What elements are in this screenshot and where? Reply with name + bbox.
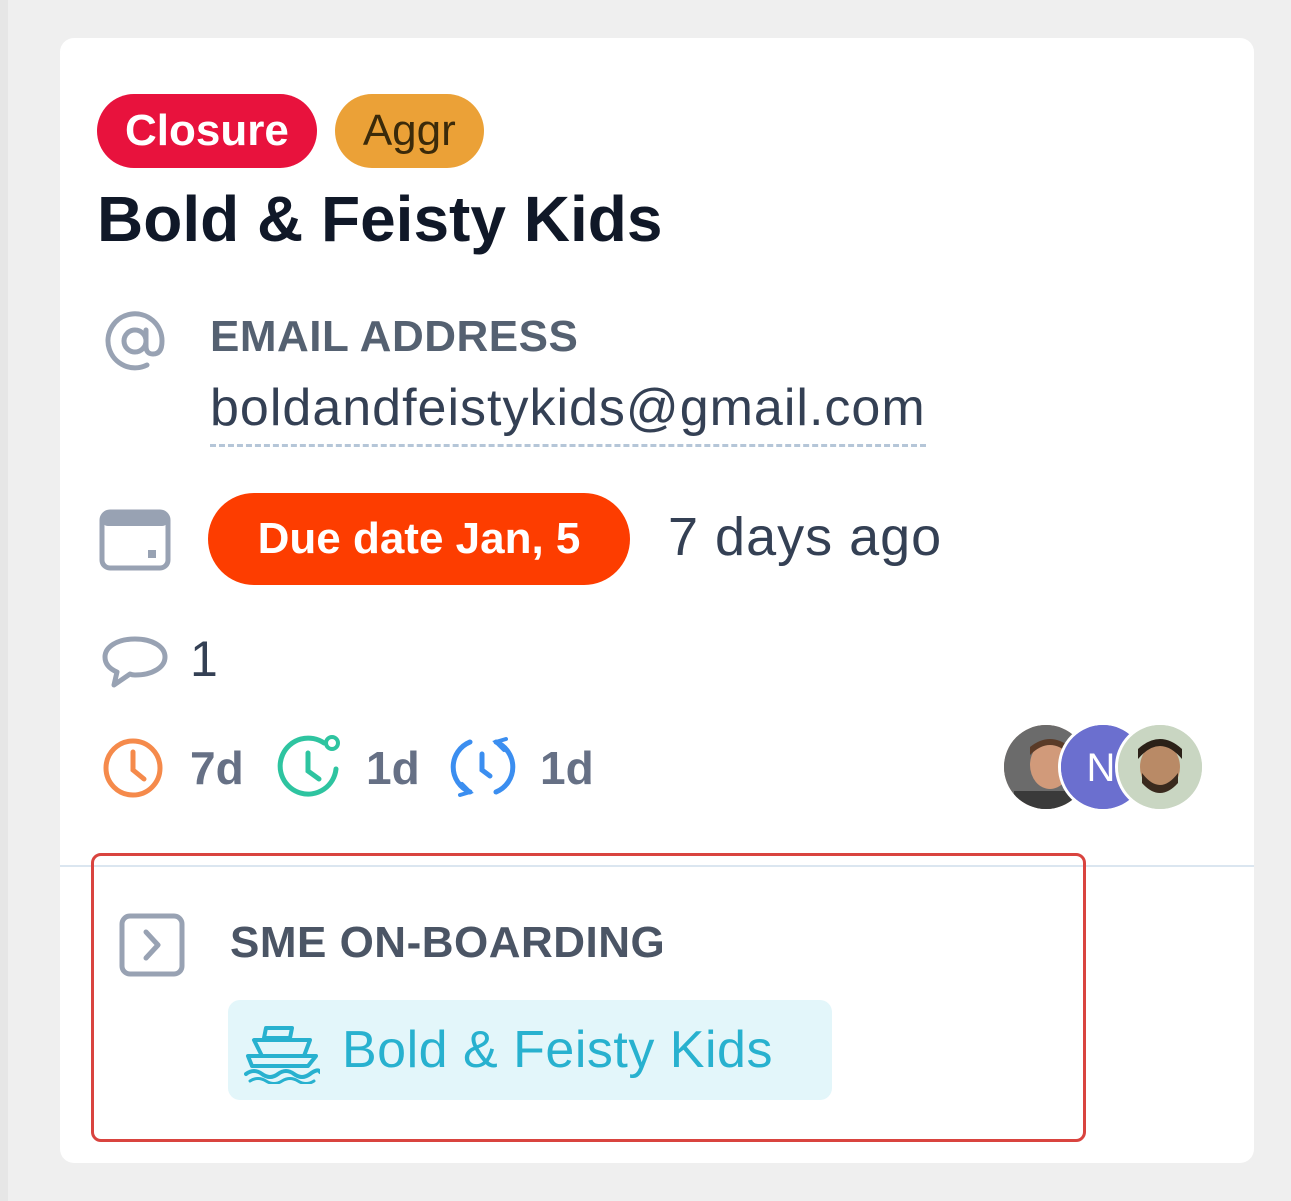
clock-check-icon bbox=[274, 731, 344, 806]
comment-count: 1 bbox=[190, 631, 218, 687]
at-sign-icon bbox=[102, 308, 168, 379]
due-relative-time: 7 days ago bbox=[668, 507, 943, 567]
metric-last-activity: 1d bbox=[540, 742, 594, 794]
clock-icon bbox=[100, 735, 166, 806]
page-edge bbox=[0, 0, 8, 1201]
due-date-badge[interactable]: Due date Jan, 5 bbox=[208, 493, 630, 585]
email-label: EMAIL ADDRESS bbox=[210, 312, 579, 361]
tag-list: Closure Aggr bbox=[97, 94, 484, 168]
tag-aggr[interactable]: Aggr bbox=[334, 94, 484, 168]
calendar-icon bbox=[98, 504, 172, 577]
card-title[interactable]: Bold & Feisty Kids bbox=[97, 182, 662, 256]
svg-text:N: N bbox=[1087, 746, 1116, 790]
metric-age: 7d bbox=[190, 742, 244, 794]
highlight-box bbox=[91, 853, 1086, 1142]
refresh-clock-icon bbox=[448, 732, 518, 807]
email-value[interactable]: boldandfeistykids@gmail.com bbox=[210, 378, 926, 447]
tag-closure[interactable]: Closure bbox=[97, 94, 317, 168]
avatar[interactable] bbox=[1115, 722, 1205, 812]
comment-icon[interactable] bbox=[100, 634, 170, 695]
metric-in-stage: 1d bbox=[366, 742, 420, 794]
